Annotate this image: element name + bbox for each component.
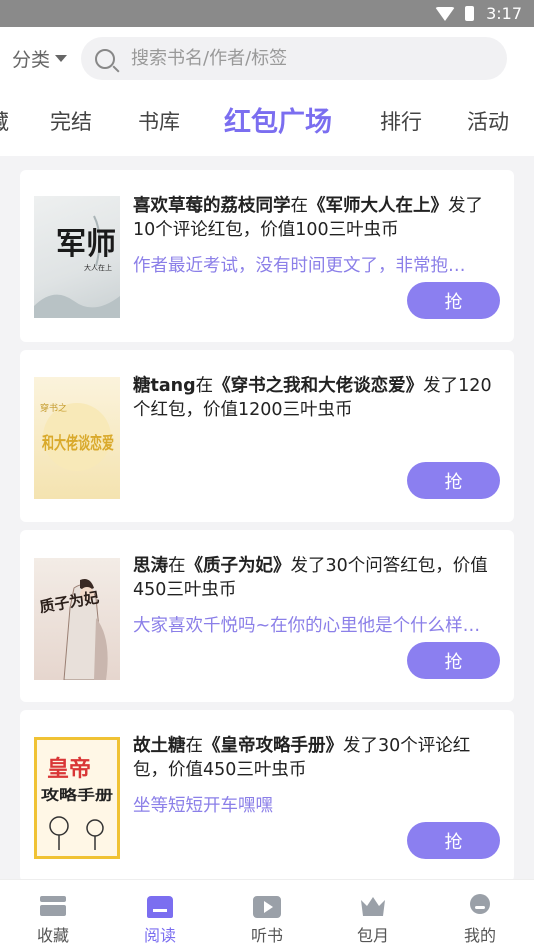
play-icon bbox=[253, 894, 281, 918]
grab-button[interactable]: 抢 bbox=[407, 642, 500, 679]
list-item[interactable]: 皇帝 攻略手册 故土糖在《皇帝攻略手册》发了30个评论红包，价值450三叶虫币 … bbox=[20, 710, 514, 882]
tab-completed[interactable]: 完结 bbox=[50, 89, 92, 156]
nav-item-monthly[interactable]: 包月 bbox=[320, 880, 426, 949]
cover-subtitle-text: 大人在上 bbox=[84, 263, 112, 272]
book-title[interactable]: 《皇帝攻略手册》 bbox=[203, 736, 343, 756]
title-connector: 在 bbox=[290, 196, 309, 216]
crown-icon bbox=[359, 894, 387, 918]
title-connector: 在 bbox=[185, 736, 204, 756]
nav-label: 我的 bbox=[463, 926, 496, 945]
grab-button[interactable]: 抢 bbox=[407, 282, 500, 319]
caret-down-icon bbox=[55, 54, 68, 62]
cover-title-text: 皇帝 bbox=[47, 756, 91, 782]
list-item[interactable]: 质子为妃 思涛在《质子为妃》发了30个问答红包，价值450三叶虫币 大家喜欢千悦… bbox=[20, 530, 514, 702]
cover-title-text: 和大佬谈恋爱 bbox=[42, 433, 114, 454]
category-dropdown[interactable]: 分类 bbox=[0, 45, 80, 72]
wifi-icon bbox=[435, 6, 456, 21]
tab-red-packet-plaza[interactable]: 红包广场 bbox=[224, 89, 332, 156]
bottom-nav: 收藏 阅读 听书 包月 我的 bbox=[0, 879, 534, 949]
tab-library[interactable]: 书库 bbox=[138, 89, 180, 156]
battery-icon bbox=[465, 6, 475, 21]
sender-name[interactable]: 思涛 bbox=[133, 556, 168, 576]
nav-item-audiobook[interactable]: 听书 bbox=[214, 880, 320, 949]
book-cover[interactable]: 皇帝 攻略手册 bbox=[34, 737, 120, 859]
card-message: 坐等短短开车嘿嘿 bbox=[133, 796, 273, 816]
tab-events[interactable]: 活动 bbox=[467, 89, 509, 156]
category-label: 分类 bbox=[12, 48, 51, 71]
tab-ranking[interactable]: 排行 bbox=[380, 89, 422, 156]
card-title: 故土糖在《皇帝攻略手册》发了30个评论红包，价值450三叶虫币 bbox=[133, 734, 499, 782]
nav-label: 阅读 bbox=[143, 926, 176, 945]
title-connector: 在 bbox=[168, 556, 186, 576]
tab-collection[interactable]: 藏 bbox=[0, 89, 9, 156]
card-title: 思涛在《质子为妃》发了30个问答红包，价值450三叶虫币 bbox=[133, 554, 499, 602]
search-box[interactable] bbox=[81, 37, 507, 80]
nav-label: 包月 bbox=[356, 926, 389, 945]
search-icon bbox=[95, 48, 115, 69]
book-cover[interactable]: 穿书之 和大佬谈恋爱 bbox=[34, 377, 120, 499]
nav-item-reading[interactable]: 阅读 bbox=[107, 880, 213, 949]
status-time: 3:17 bbox=[486, 4, 522, 23]
sender-name[interactable]: 喜欢草莓的荔枝同学 bbox=[133, 196, 291, 216]
title-connector: 在 bbox=[195, 376, 214, 396]
category-tabs: 藏 完结 书库 红包广场 排行 活动 bbox=[0, 89, 534, 156]
bookshelf-icon bbox=[39, 894, 67, 918]
card-title: 糖tang在《穿书之我和大佬谈恋爱》发了120个红包，价值1200三叶虫币 bbox=[133, 374, 499, 422]
nav-item-collection[interactable]: 收藏 bbox=[0, 880, 106, 949]
list-item[interactable]: 军师 大人在上 喜欢草莓的荔枝同学在《军师大人在上》发了10个评论红包，价值10… bbox=[20, 170, 514, 342]
sender-name[interactable]: 糖tang bbox=[133, 376, 196, 396]
list-item[interactable]: 穿书之 和大佬谈恋爱 糖tang在《穿书之我和大佬谈恋爱》发了120个红包，价值… bbox=[20, 350, 514, 522]
status-bar: 3:17 bbox=[0, 0, 534, 27]
book-title[interactable]: 《军师大人在上》 bbox=[308, 196, 448, 216]
cover-subtitle-text: 攻略手册 bbox=[41, 787, 113, 804]
card-title: 喜欢草莓的荔枝同学在《军师大人在上》发了10个评论红包，价值100三叶虫币 bbox=[133, 194, 499, 242]
book-open-icon bbox=[146, 894, 174, 918]
book-cover[interactable]: 军师 大人在上 bbox=[34, 196, 120, 318]
search-input[interactable] bbox=[131, 48, 471, 69]
card-message: 大家喜欢千悦吗~在你的心里他是个什么样… bbox=[133, 616, 481, 636]
nav-label: 收藏 bbox=[36, 926, 69, 945]
nav-label: 听书 bbox=[250, 926, 283, 945]
user-icon bbox=[466, 894, 494, 918]
grab-button[interactable]: 抢 bbox=[407, 822, 500, 859]
card-message: 作者最近考试，没有时间更文了，非常抱… bbox=[133, 256, 466, 276]
grab-button[interactable]: 抢 bbox=[407, 462, 500, 499]
book-cover[interactable]: 质子为妃 bbox=[34, 558, 120, 680]
book-title[interactable]: 《穿书之我和大佬谈恋爱》 bbox=[213, 376, 423, 396]
sender-name[interactable]: 故土糖 bbox=[133, 736, 186, 756]
cover-subtitle-text: 穿书之 bbox=[40, 402, 67, 414]
search-bar: 分类 bbox=[0, 27, 534, 89]
book-title[interactable]: 《质子为妃》 bbox=[186, 556, 291, 576]
cover-title-text: 军师 bbox=[56, 227, 116, 262]
nav-item-profile[interactable]: 我的 bbox=[427, 880, 533, 949]
